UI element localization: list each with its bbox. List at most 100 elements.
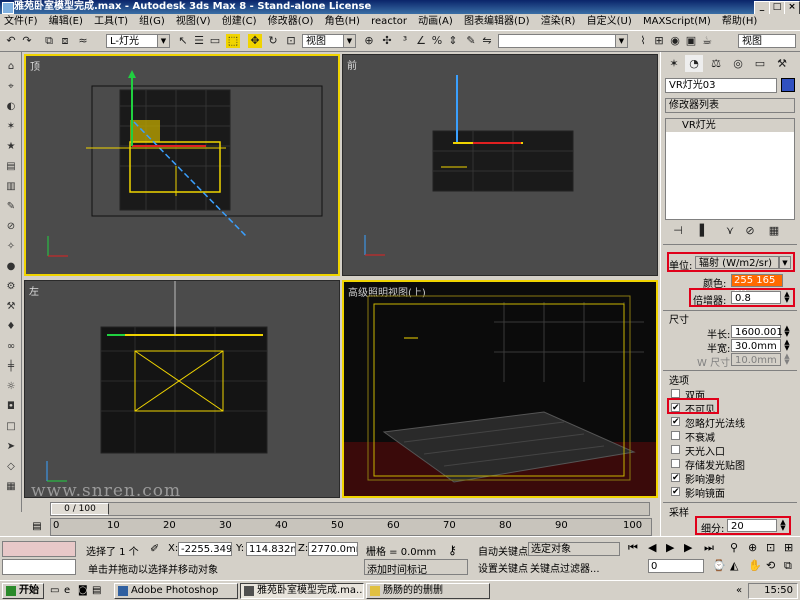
selection-filter-dropdown[interactable]: L-灯光 ▼	[106, 34, 170, 48]
light-color-swatch[interactable]: 255 165 69	[731, 274, 783, 298]
go-to-end-icon[interactable]: ⏭	[704, 541, 714, 555]
y-coord-field[interactable]: 114.832mm	[246, 542, 296, 556]
two-sided-checkbox[interactable]	[671, 389, 680, 398]
unlink-icon[interactable]: ⧈	[58, 34, 72, 48]
orbit-icon[interactable]: ⟲	[766, 559, 775, 572]
viewport-perspective[interactable]: 高级照明视图(上)	[342, 280, 658, 498]
scatter-icon[interactable]: ✶	[4, 120, 18, 134]
percent-snap-icon[interactable]: %	[430, 34, 444, 48]
go-to-start-icon[interactable]: ⏮	[628, 541, 638, 555]
shape-icon[interactable]: ◇	[4, 460, 18, 474]
render-view-dropdown[interactable]: 视图	[738, 34, 796, 48]
rect-selection-icon[interactable]: ▭	[208, 34, 222, 48]
field-of-view-icon[interactable]: ◭	[730, 559, 738, 572]
pin-stack-icon[interactable]: ⊣	[671, 224, 685, 238]
grid-icon[interactable]: ▦	[4, 480, 18, 494]
store-irradiance-checkbox[interactable]	[671, 459, 680, 468]
viewport-front[interactable]: 前	[342, 54, 658, 276]
mini-curve-icon[interactable]: ▤	[30, 520, 44, 534]
select-and-move-icon[interactable]: ✥	[248, 34, 262, 48]
lamp-icon[interactable]: ☼	[4, 380, 18, 394]
configure-sets-icon[interactable]: ▦	[767, 224, 781, 238]
create-tab-icon[interactable]: ✶	[665, 55, 683, 72]
select-and-rotate-icon[interactable]: ↻	[266, 34, 280, 48]
lock-icon[interactable]: ⌂	[4, 60, 18, 74]
affect-specular-checkbox[interactable]: ✔	[671, 487, 680, 497]
key-mode-dropdown[interactable]: 选定对象	[528, 542, 620, 556]
skylight-portal-checkbox[interactable]	[671, 445, 680, 454]
select-and-scale-icon[interactable]: ⊡	[284, 34, 298, 48]
clock[interactable]: 15:50	[764, 585, 793, 596]
selection-lock-icon[interactable]: ✐	[150, 542, 159, 555]
folder-icon[interactable]: ▤	[92, 585, 101, 596]
key-filters-button[interactable]: 关键点过滤器...	[530, 560, 600, 575]
time-config-icon[interactable]: ⌚	[712, 559, 726, 572]
tray-expand-icon[interactable]: «	[736, 585, 742, 596]
quick-render-icon[interactable]: ☕	[700, 34, 714, 48]
z-coord-field[interactable]: 2770.0mm	[308, 542, 358, 556]
ie-icon[interactable]: e	[64, 585, 70, 596]
time-slider-track[interactable]: 0 / 100	[50, 502, 650, 516]
menu-file[interactable]: 文件(F)	[4, 16, 38, 27]
half-width-spinner[interactable]: ▲ ▼	[783, 339, 791, 352]
mirror-icon[interactable]: ⇋	[480, 34, 494, 48]
menu-create[interactable]: 创建(C)	[222, 16, 257, 27]
sphere-icon[interactable]: ●	[4, 260, 18, 274]
angle-snap-icon[interactable]: ∠	[414, 34, 428, 48]
spinner-snap-icon[interactable]: ⇕	[446, 34, 460, 48]
menu-graph-editors[interactable]: 图表编辑器(D)	[464, 16, 530, 27]
pan-icon[interactable]: ✋	[748, 559, 762, 572]
manipulate-icon[interactable]: ✣	[380, 34, 394, 48]
half-length-spinner[interactable]: ▲ ▼	[783, 325, 791, 338]
drop-icon[interactable]: ♦	[4, 320, 18, 334]
maximize-button[interactable]: □	[769, 1, 785, 15]
next-frame-icon[interactable]: ▶	[684, 541, 692, 554]
motion-tab-icon[interactable]: ◎	[729, 55, 747, 72]
key-icon[interactable]: ⚷	[448, 543, 457, 557]
schematic-view-icon[interactable]: ⊞	[652, 34, 666, 48]
play-icon[interactable]: ▶	[666, 541, 674, 554]
remove-modifier-icon[interactable]: ⊘	[743, 224, 757, 238]
pivot-center-icon[interactable]: ⊕	[362, 34, 376, 48]
close-button[interactable]: ×	[784, 1, 800, 15]
gear-icon[interactable]: ⚙	[4, 280, 18, 294]
hierarchy-tab-icon[interactable]: ⚖	[707, 55, 725, 72]
auto-key-button[interactable]: 自动关键点	[478, 543, 528, 558]
time-tag-field[interactable]: 添加时间标记	[364, 559, 468, 576]
half-length-field[interactable]: 1600.001	[731, 325, 783, 338]
menu-character[interactable]: 角色(H)	[325, 16, 360, 27]
reference-coord-dropdown[interactable]: 视图 ▼	[302, 34, 356, 48]
maximize-viewport-icon[interactable]: ⧉	[784, 559, 792, 573]
select-object-icon[interactable]: ↖	[176, 34, 190, 48]
taskbar-photoshop[interactable]: Adobe Photoshop	[114, 583, 238, 599]
menu-reactor[interactable]: reactor	[371, 16, 407, 27]
named-selection-dropdown[interactable]: ▼	[498, 34, 628, 48]
select-by-name-icon[interactable]: ☰	[192, 34, 206, 48]
link-icon[interactable]: ⧉	[42, 34, 56, 48]
modifier-list-dropdown[interactable]: 修改器列表	[665, 98, 795, 113]
menu-customize[interactable]: 自定义(U)	[587, 16, 632, 27]
arrow-icon[interactable]: ➤	[4, 440, 18, 454]
bind-spacewarp-icon[interactable]: ≈	[76, 34, 90, 48]
menu-views[interactable]: 视图(V)	[176, 16, 211, 27]
maxscript-output[interactable]	[2, 559, 76, 575]
wrench-icon[interactable]: ⚒	[4, 300, 18, 314]
ignore-normals-checkbox[interactable]: ✔	[671, 417, 680, 427]
viewport-left[interactable]: 左 www.snren.com	[24, 280, 340, 498]
display-tab-icon[interactable]: ▭	[751, 55, 769, 72]
object-name-field[interactable]: VR灯光03	[665, 78, 777, 93]
zoom-extents-icon[interactable]: ⊡	[766, 541, 775, 554]
dummy-icon[interactable]: □	[4, 420, 18, 434]
stack-item[interactable]: VR灯光	[666, 119, 794, 132]
fence-icon[interactable]: ⌖	[4, 80, 18, 94]
prev-frame-icon[interactable]: ◀	[648, 541, 656, 554]
redo-icon[interactable]: ↷	[20, 34, 34, 48]
affect-diffuse-checkbox[interactable]: ✔	[671, 473, 680, 483]
show-end-result-icon[interactable]: ▌	[697, 224, 711, 238]
tube-icon[interactable]: ⊘	[4, 220, 18, 234]
window-crossing-icon[interactable]: ⬚	[226, 34, 240, 48]
render-scene-icon[interactable]: ▣	[684, 34, 698, 48]
paint-icon[interactable]: ✎	[4, 200, 18, 214]
half-width-field[interactable]: 30.0mm	[731, 339, 781, 352]
undo-icon[interactable]: ↶	[4, 34, 18, 48]
